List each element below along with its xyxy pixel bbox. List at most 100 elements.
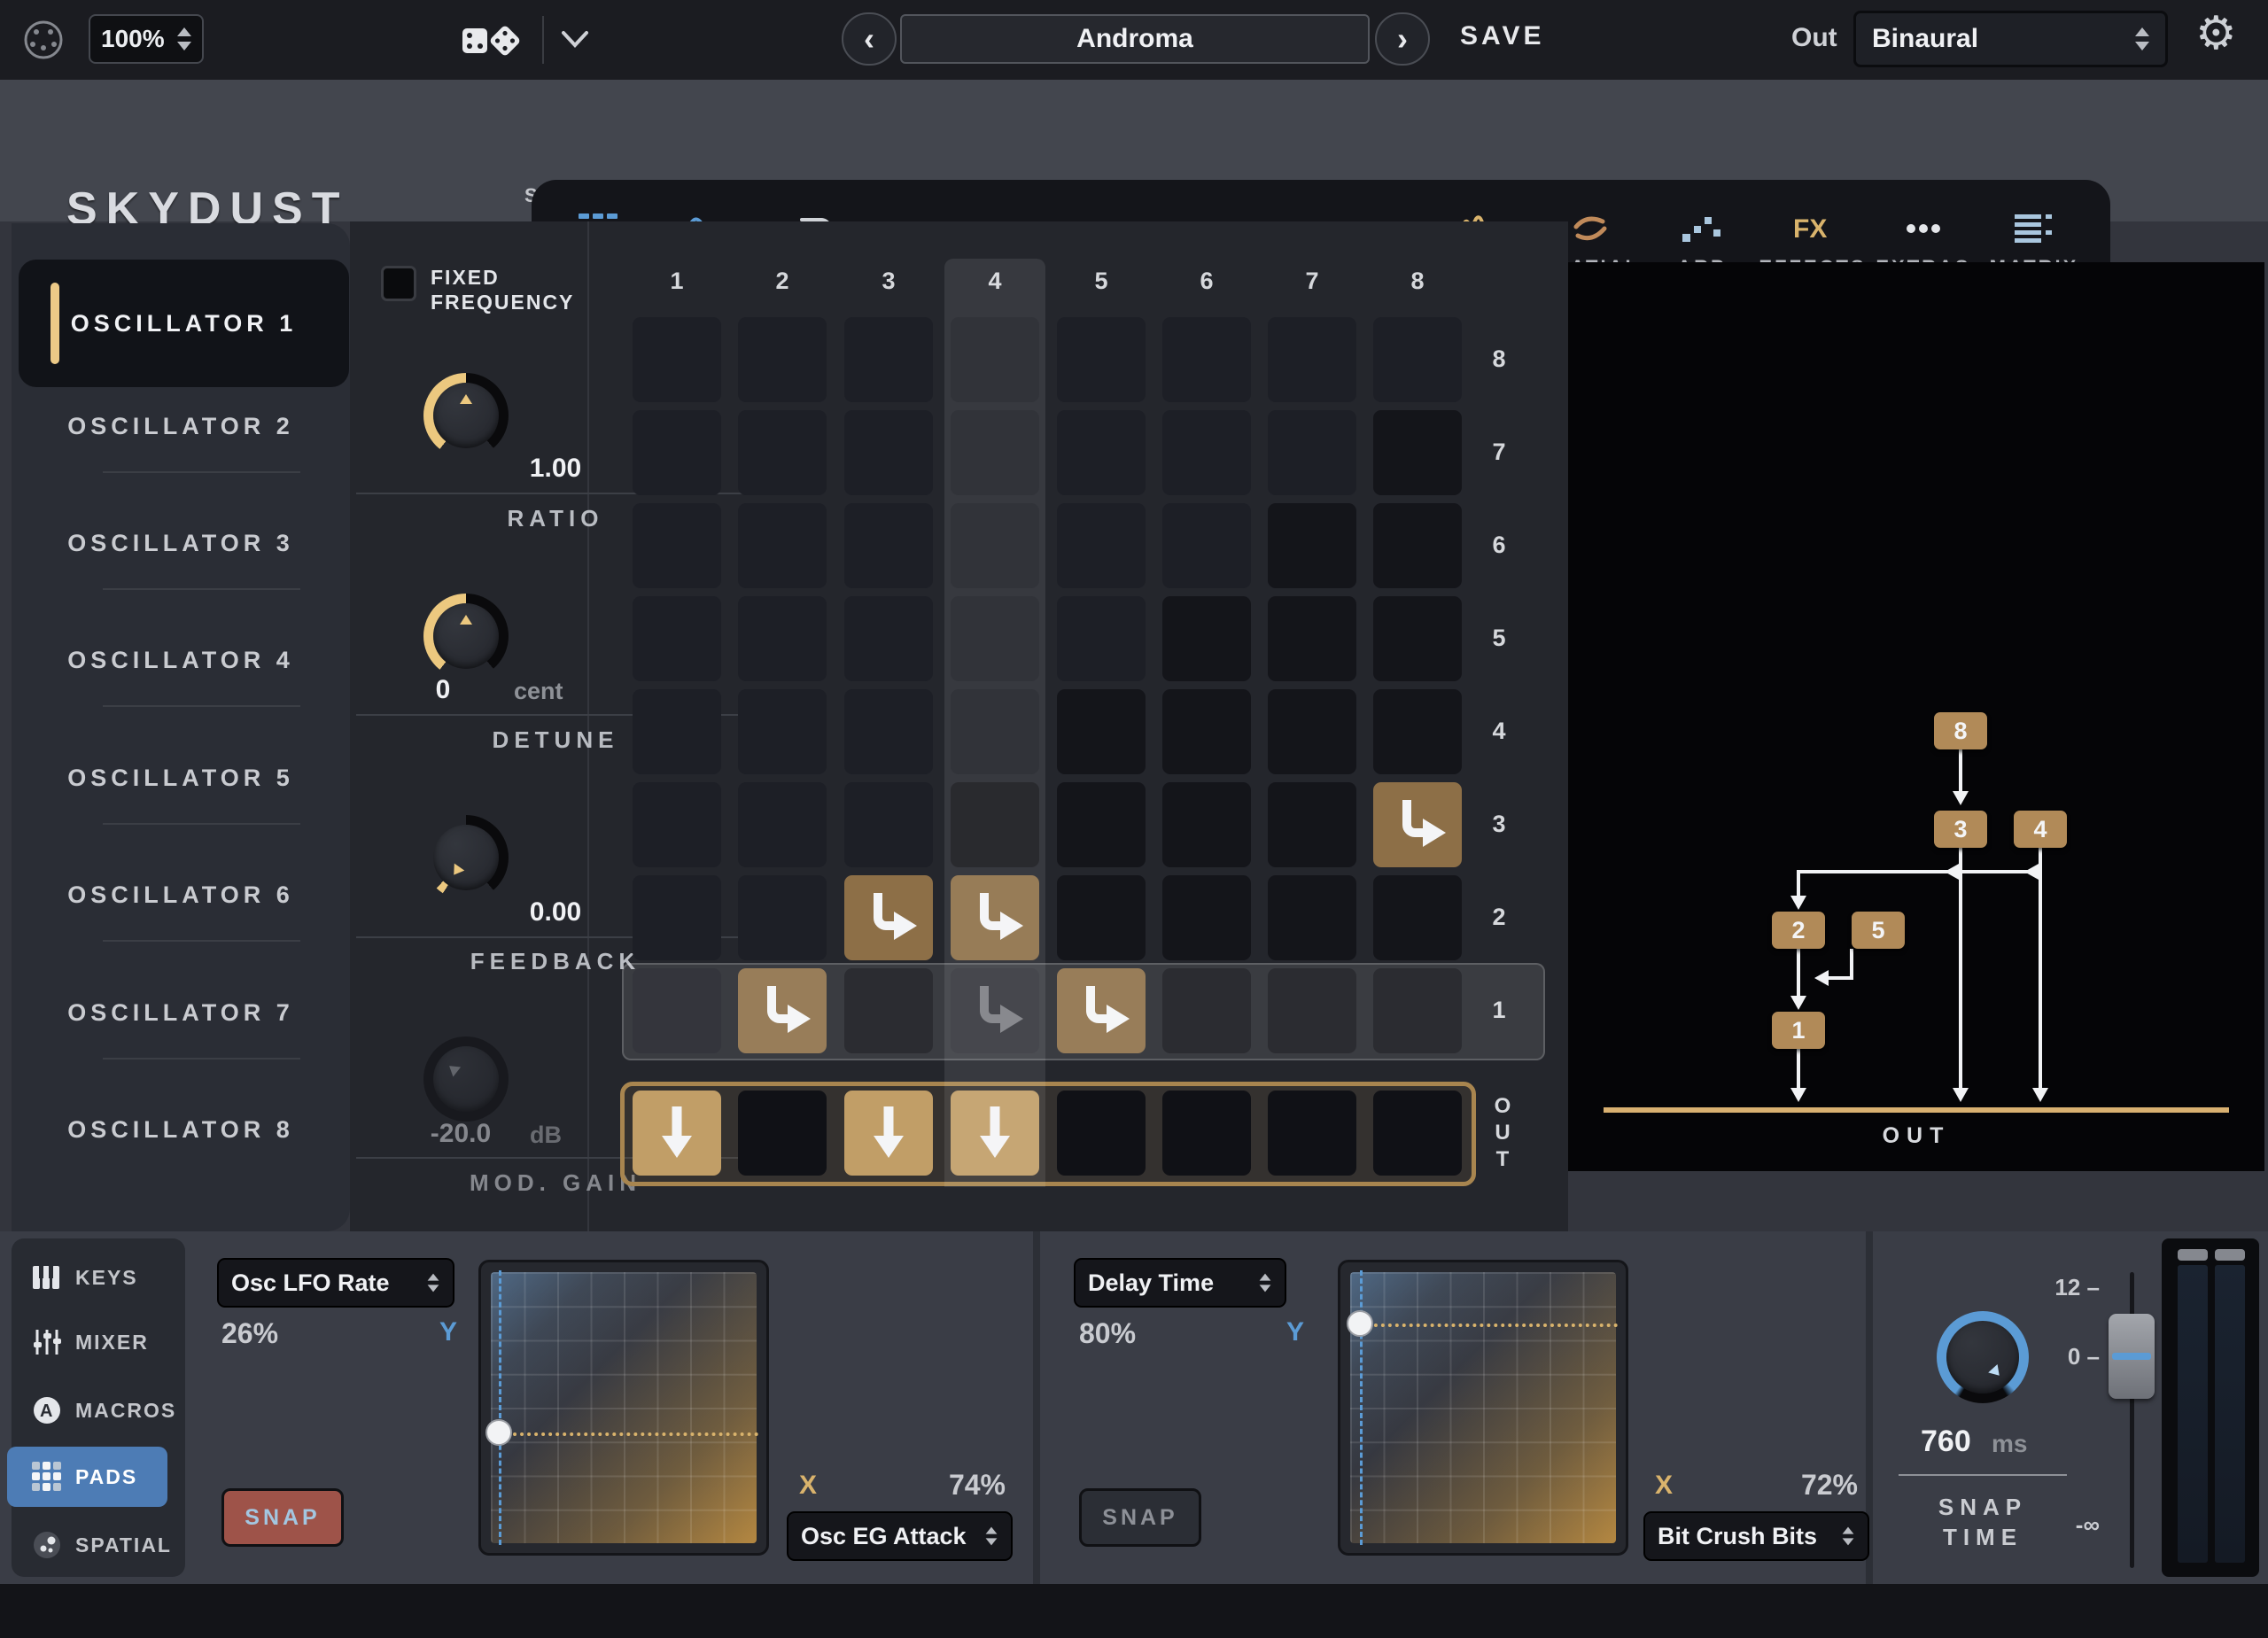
matrix-out-cell-c6[interactable] — [1162, 1091, 1251, 1176]
matrix-cell-r1-c3[interactable] — [844, 968, 933, 1053]
matrix-cell-r8-c7[interactable] — [1268, 317, 1356, 402]
graph-node-osc-4[interactable]: 4 — [2014, 811, 2067, 848]
matrix-cell-r2-c7[interactable] — [1268, 875, 1356, 960]
matrix-cell-r1-c5[interactable] — [1057, 968, 1146, 1053]
sidebar-item-oscillator-1[interactable]: OSCILLATOR 1 — [19, 260, 349, 387]
matrix-cell-r6-c3[interactable] — [844, 503, 933, 588]
matrix-out-cell-c3[interactable] — [844, 1091, 933, 1176]
matrix-cell-r1-c1[interactable] — [633, 968, 721, 1053]
matrix-cell-r2-c8[interactable] — [1373, 875, 1462, 960]
matrix-cell-r7-c7[interactable] — [1268, 410, 1356, 495]
matrix-cell-r1-c2[interactable] — [738, 968, 827, 1053]
sidebar-item-oscillator-7[interactable]: OSCILLATOR 7 — [12, 999, 350, 1027]
matrix-cell-r6-c6[interactable] — [1162, 503, 1251, 588]
matrix-cell-r2-c3[interactable] — [844, 875, 933, 960]
matrix-cell-r6-c8[interactable] — [1373, 503, 1462, 588]
matrix-cell-r3-c1[interactable] — [633, 782, 721, 867]
matrix-cell-r1-c7[interactable] — [1268, 968, 1356, 1053]
matrix-cell-r7-c4[interactable] — [951, 410, 1039, 495]
matrix-cell-r3-c7[interactable] — [1268, 782, 1356, 867]
dice-randomize-icon[interactable] — [461, 19, 523, 60]
matrix-cell-r6-c7[interactable] — [1268, 503, 1356, 588]
zoom-stepper[interactable] — [177, 27, 191, 50]
matrix-out-cell-c8[interactable] — [1373, 1091, 1462, 1176]
matrix-cell-r4-c1[interactable] — [633, 689, 721, 774]
feedback-knob[interactable] — [423, 815, 509, 900]
matrix-cell-r8-c2[interactable] — [738, 317, 827, 402]
matrix-cell-r1-c6[interactable] — [1162, 968, 1251, 1053]
matrix-cell-r5-c1[interactable] — [633, 596, 721, 681]
matrix-cell-r7-c6[interactable] — [1162, 410, 1251, 495]
bottom-nav-macros[interactable]: A MACROS — [12, 1386, 185, 1435]
matrix-cell-r8-c4[interactable] — [951, 317, 1039, 402]
matrix-cell-r5-c5[interactable] — [1057, 596, 1146, 681]
fixed-frequency-checkbox[interactable] — [381, 266, 416, 301]
matrix-cell-r2-c4[interactable] — [951, 875, 1039, 960]
matrix-cell-r8-c3[interactable] — [844, 317, 933, 402]
graph-node-osc-2[interactable]: 2 — [1772, 912, 1825, 949]
matrix-cell-r3-c6[interactable] — [1162, 782, 1251, 867]
sidebar-item-oscillator-6[interactable]: OSCILLATOR 6 — [12, 881, 350, 909]
pad1-x-param-select[interactable]: Osc EG Attack — [787, 1511, 1013, 1561]
ratio-knob[interactable] — [423, 373, 509, 458]
matrix-cell-r3-c8[interactable] — [1373, 782, 1462, 867]
save-button[interactable]: SAVE — [1460, 21, 1544, 51]
settings-gear-icon[interactable]: ⚙ — [2195, 7, 2237, 60]
matrix-cell-r7-c5[interactable] — [1057, 410, 1146, 495]
preset-next-button[interactable]: › — [1375, 12, 1430, 66]
matrix-cell-r5-c7[interactable] — [1268, 596, 1356, 681]
matrix-cell-r4-c4[interactable] — [951, 689, 1039, 774]
bottom-nav-pads[interactable]: PADS — [12, 1452, 185, 1502]
mod-gain-knob[interactable] — [423, 1036, 509, 1122]
pad2-xy-surface[interactable] — [1338, 1260, 1628, 1556]
matrix-cell-r4-c2[interactable] — [738, 689, 827, 774]
pad1-y-param-select[interactable]: Osc LFO Rate — [217, 1258, 454, 1308]
sidebar-item-oscillator-2[interactable]: OSCILLATOR 2 — [12, 413, 350, 440]
matrix-out-cell-c7[interactable] — [1268, 1091, 1356, 1176]
preset-prev-button[interactable]: ‹ — [842, 12, 897, 66]
zoom-control[interactable]: 100% — [89, 14, 204, 64]
pad2-snap-button[interactable]: SNAP — [1079, 1488, 1201, 1547]
chevron-down-icon[interactable] — [560, 28, 590, 50]
pad1-snap-button[interactable]: SNAP — [221, 1488, 344, 1547]
graph-node-osc-3[interactable]: 3 — [1934, 811, 1987, 848]
pad2-y-param-select[interactable]: Delay Time — [1074, 1258, 1286, 1308]
matrix-out-cell-c2[interactable] — [738, 1091, 827, 1176]
matrix-cell-r6-c2[interactable] — [738, 503, 827, 588]
volume-slider-handle[interactable] — [2109, 1314, 2155, 1399]
matrix-cell-r5-c4[interactable] — [951, 596, 1039, 681]
pad1-xy-surface[interactable] — [478, 1260, 769, 1556]
pad1-handle[interactable] — [485, 1419, 512, 1446]
matrix-cell-r5-c2[interactable] — [738, 596, 827, 681]
pad2-x-param-select[interactable]: Bit Crush Bits — [1643, 1511, 1869, 1561]
matrix-cell-r7-c8[interactable] — [1373, 410, 1462, 495]
matrix-cell-r2-c1[interactable] — [633, 875, 721, 960]
matrix-cell-r6-c4[interactable] — [951, 503, 1039, 588]
matrix-cell-r6-c1[interactable] — [633, 503, 721, 588]
matrix-cell-r3-c4[interactable] — [951, 782, 1039, 867]
matrix-cell-r6-c5[interactable] — [1057, 503, 1146, 588]
matrix-cell-r5-c8[interactable] — [1373, 596, 1462, 681]
sidebar-item-oscillator-8[interactable]: OSCILLATOR 8 — [12, 1116, 350, 1144]
output-mode-select[interactable]: Binaural — [1853, 11, 2168, 67]
matrix-cell-r1-c8[interactable] — [1373, 968, 1462, 1053]
matrix-cell-r8-c8[interactable] — [1373, 317, 1462, 402]
matrix-cell-r7-c2[interactable] — [738, 410, 827, 495]
bottom-nav-mixer[interactable]: MIXER — [12, 1317, 185, 1367]
matrix-cell-r7-c1[interactable] — [633, 410, 721, 495]
matrix-cell-r4-c5[interactable] — [1057, 689, 1146, 774]
matrix-cell-r4-c7[interactable] — [1268, 689, 1356, 774]
preset-name-field[interactable]: Androma — [900, 14, 1370, 64]
matrix-cell-r7-c3[interactable] — [844, 410, 933, 495]
bottom-nav-spatial[interactable]: SPATIAL — [12, 1520, 185, 1570]
sidebar-item-oscillator-5[interactable]: OSCILLATOR 5 — [12, 765, 350, 792]
detune-knob[interactable] — [423, 594, 509, 679]
matrix-cell-r4-c3[interactable] — [844, 689, 933, 774]
matrix-cell-r3-c2[interactable] — [738, 782, 827, 867]
graph-node-osc-5[interactable]: 5 — [1852, 912, 1905, 949]
matrix-cell-r2-c6[interactable] — [1162, 875, 1251, 960]
matrix-out-cell-c5[interactable] — [1057, 1091, 1146, 1176]
matrix-cell-r1-c4[interactable] — [951, 968, 1039, 1053]
sidebar-item-oscillator-4[interactable]: OSCILLATOR 4 — [12, 647, 350, 674]
matrix-cell-r4-c6[interactable] — [1162, 689, 1251, 774]
